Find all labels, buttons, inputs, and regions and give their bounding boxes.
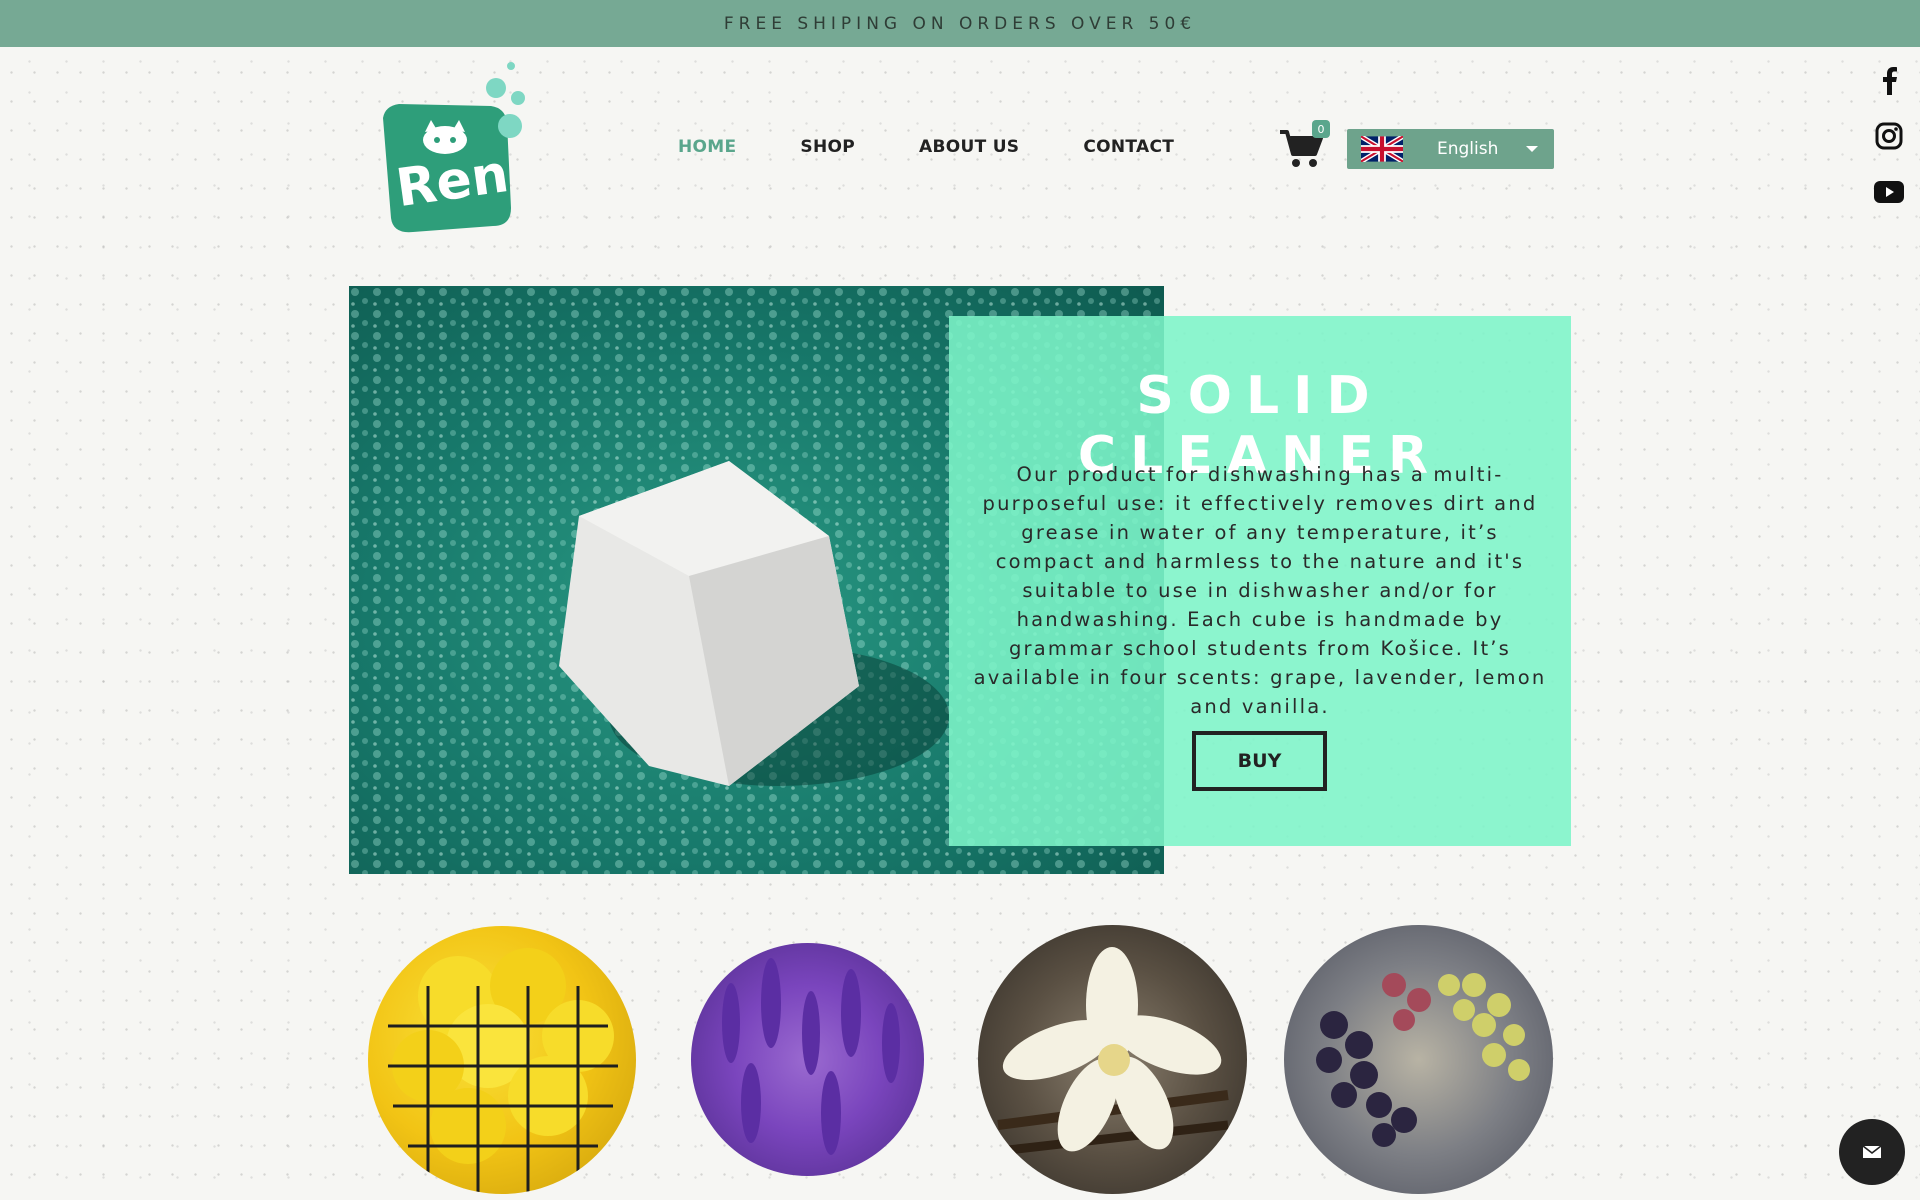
language-label: English <box>1437 139 1499 159</box>
ren-logo[interactable]: Ren <box>373 58 533 238</box>
chat-button[interactable] <box>1839 1119 1905 1185</box>
youtube-icon[interactable] <box>1872 176 1906 208</box>
envelope-icon <box>1862 1145 1882 1158</box>
main-nav: HOME SHOP ABOUT US CONTACT <box>678 137 1174 157</box>
cart-count-badge: 0 <box>1312 120 1330 138</box>
scent-lemon-image[interactable] <box>368 926 636 1194</box>
hero-description: Our product for dishwashing has a multi-… <box>973 463 1547 718</box>
buy-button[interactable]: BUY <box>1192 731 1327 791</box>
cart-button[interactable]: 0 <box>1280 120 1332 168</box>
instagram-icon[interactable] <box>1872 120 1906 152</box>
nav-about-us[interactable]: ABOUT US <box>919 137 1019 157</box>
scent-vanilla-image[interactable] <box>978 925 1247 1194</box>
social-links <box>1872 64 1906 208</box>
nav-shop[interactable]: SHOP <box>800 137 855 157</box>
scent-lavender-image[interactable] <box>691 943 924 1176</box>
uk-flag-icon <box>1361 136 1403 162</box>
scent-grape-image[interactable] <box>1284 925 1553 1194</box>
shipping-banner: FREE SHIPING ON ORDERS OVER 50€ <box>0 0 1920 47</box>
nav-home[interactable]: HOME <box>678 137 736 157</box>
facebook-icon[interactable] <box>1872 64 1906 96</box>
shipping-banner-text: FREE SHIPING ON ORDERS OVER 50€ <box>723 13 1197 34</box>
nav-contact[interactable]: CONTACT <box>1083 137 1174 157</box>
chevron-down-icon <box>1526 146 1538 152</box>
language-selector[interactable]: English <box>1347 129 1554 169</box>
